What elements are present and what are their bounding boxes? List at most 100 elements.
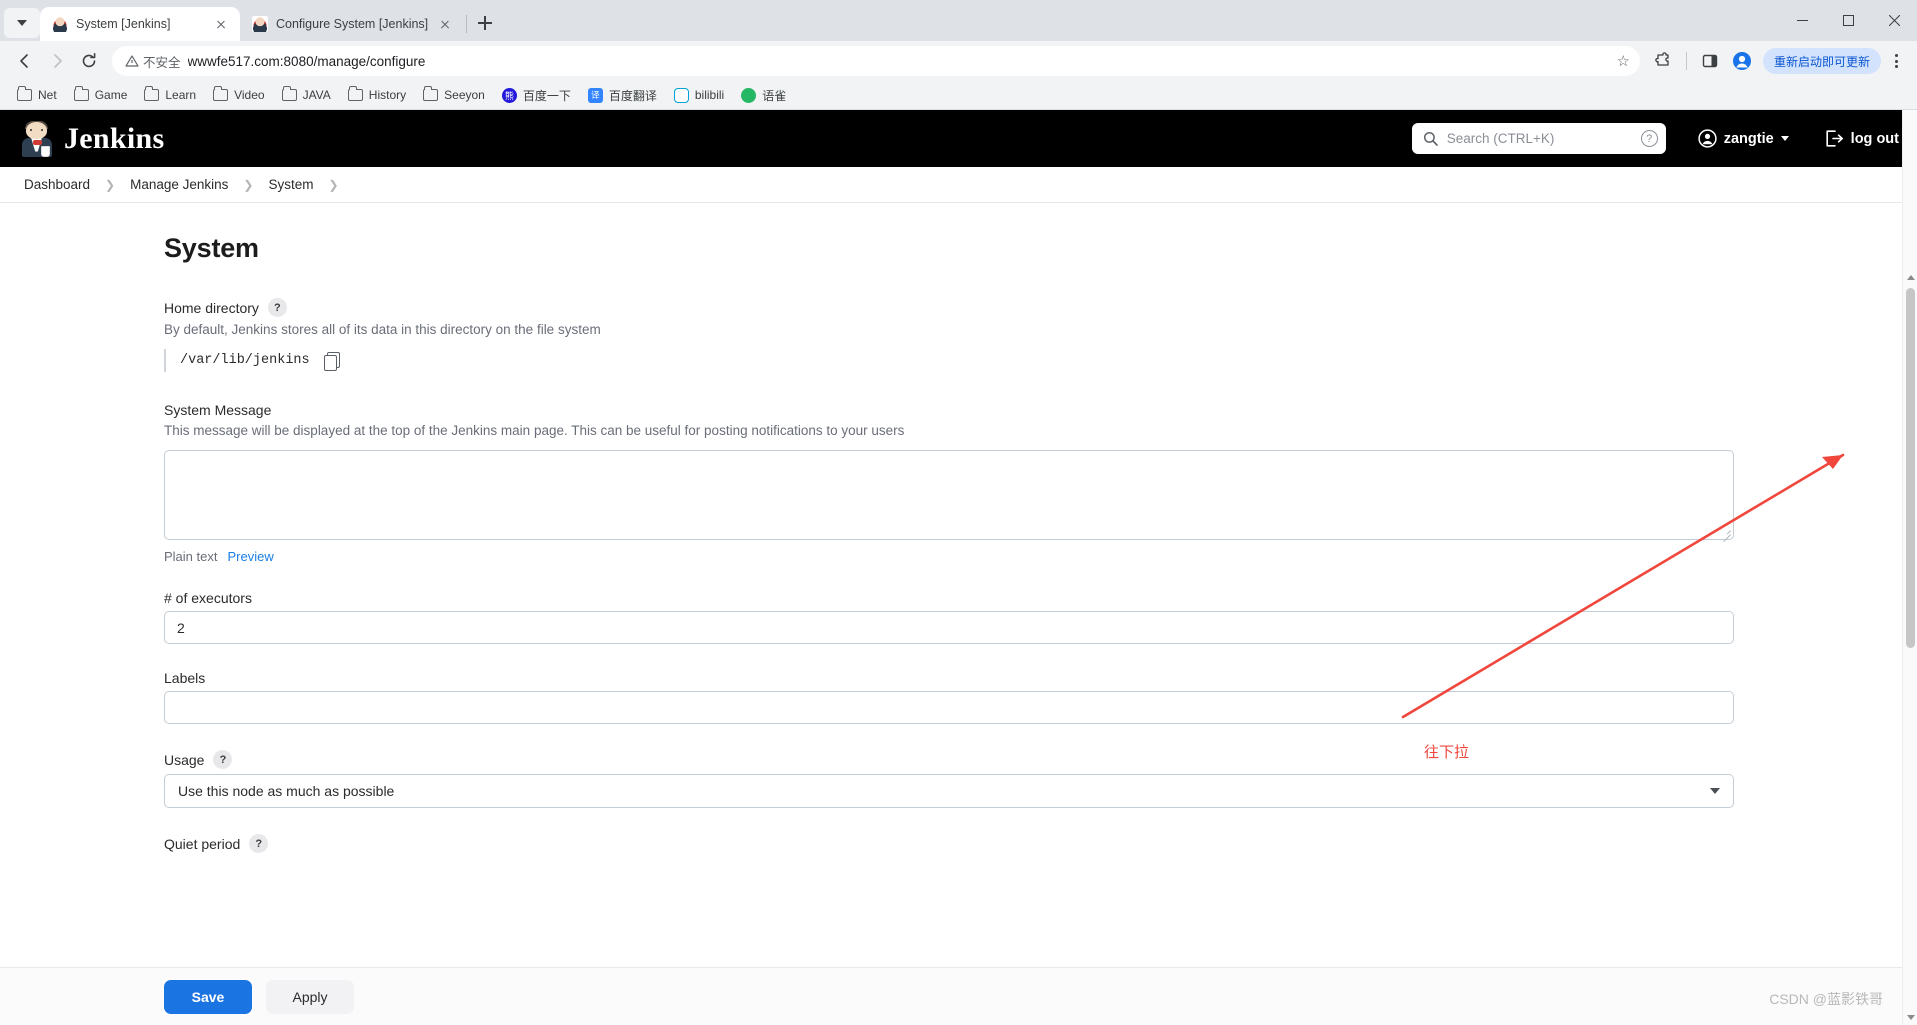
browser-tab-1[interactable]: Configure System [Jenkins] <box>240 7 464 41</box>
bookmark-java[interactable]: JAVA <box>275 85 338 105</box>
bookmarks-bar: Net Game Learn Video JAVA History Seeyon… <box>0 81 1917 110</box>
scroll-down-arrow[interactable] <box>1903 1010 1917 1025</box>
save-button[interactable]: Save <box>164 979 252 1014</box>
breadcrumb-dashboard[interactable]: Dashboard <box>20 177 94 192</box>
preview-link[interactable]: Preview <box>227 549 273 564</box>
field-label-text: Usage <box>164 751 205 768</box>
page-scrollbar[interactable] <box>1902 110 1917 1025</box>
relaunch-to-update-button[interactable]: 重新启动即可更新 <box>1762 48 1881 74</box>
jenkins-logo-link[interactable]: Jenkins <box>20 120 164 157</box>
tab-strip: System [Jenkins] Configure System [Jenki… <box>0 0 1917 41</box>
bookmark-label: 百度一下 <box>522 88 571 103</box>
minimize-button[interactable] <box>1779 0 1825 41</box>
system-message-textarea[interactable] <box>164 450 1734 540</box>
bookmark-bilibili[interactable]: bilibili <box>667 85 731 106</box>
usage-select[interactable]: Use this node as much as possible <box>164 774 1734 808</box>
toolbar-divider <box>1685 52 1687 70</box>
browser-window: System [Jenkins] Configure System [Jenki… <box>0 0 1917 1025</box>
bookmark-label: Seeyon <box>444 88 485 102</box>
quiet-period-label-row: Quiet period ? <box>164 834 1580 853</box>
logout-icon <box>1826 130 1843 147</box>
not-secure-indicator[interactable]: 不安全 <box>125 52 181 71</box>
breadcrumb-system[interactable]: System <box>264 177 317 192</box>
bookmark-label: 百度翻译 <box>608 88 657 103</box>
resize-handle[interactable] <box>1720 526 1731 537</box>
user-menu-button[interactable]: zangtie <box>1698 129 1789 148</box>
field-label-text: Quiet period <box>164 835 241 852</box>
baidu-icon: 熊 <box>501 87 517 103</box>
system-message-description: This message will be displayed at the to… <box>164 423 905 438</box>
bookmark-game[interactable]: Game <box>67 85 135 105</box>
scroll-up-arrow[interactable] <box>1903 270 1917 285</box>
close-window-button[interactable] <box>1871 0 1917 41</box>
close-icon[interactable] <box>436 15 454 33</box>
labels-input[interactable] <box>164 691 1734 724</box>
browser-tab-0[interactable]: System [Jenkins] <box>40 7 240 41</box>
help-icon[interactable]: ? <box>267 298 287 317</box>
usage-label-row: Usage ? <box>164 750 1580 769</box>
chevron-down-icon <box>1710 788 1720 794</box>
chrome-menu-button[interactable] <box>1885 46 1907 76</box>
form-container: System Home directory ? By default, Jenk… <box>0 233 1734 853</box>
folder-icon <box>17 86 32 101</box>
search-input[interactable]: Search (CTRL+K) ? <box>1411 123 1666 154</box>
jenkins-favicon <box>252 16 268 32</box>
bookmark-video[interactable]: Video <box>206 85 271 105</box>
bookmark-yuque[interactable]: 语雀 <box>734 84 793 107</box>
breadcrumb: Dashboard ❯ Manage Jenkins ❯ System ❯ <box>0 167 1917 203</box>
back-button[interactable] <box>10 46 40 76</box>
executors-value: 2 <box>177 619 185 636</box>
logout-label: log out <box>1850 130 1899 147</box>
bilibili-icon <box>673 87 689 103</box>
tab-divider <box>466 15 468 33</box>
maximize-button[interactable] <box>1825 0 1871 41</box>
bookmark-label: Game <box>94 88 128 102</box>
address-bar[interactable]: 不安全 wwwfe517.com:8080/manage/configure ☆ <box>112 46 1640 76</box>
executors-input[interactable]: 2 <box>164 611 1734 644</box>
tab-search-button[interactable] <box>4 8 40 38</box>
usage-selected-value: Use this node as much as possible <box>178 783 395 799</box>
bookmark-history[interactable]: History <box>341 85 413 105</box>
scrollbar-thumb[interactable] <box>1906 288 1915 648</box>
search-help-icon[interactable]: ? <box>1640 130 1658 147</box>
browser-toolbar: 不安全 wwwfe517.com:8080/manage/configure ☆… <box>0 41 1917 81</box>
markup-format-label: Plain text <box>164 549 218 564</box>
system-message-label-row: System Message <box>164 402 1580 418</box>
help-icon[interactable]: ? <box>249 834 269 853</box>
bookmark-star-icon[interactable]: ☆ <box>1617 52 1630 70</box>
chevron-right-icon: ❯ <box>243 177 254 192</box>
bookmark-label: 语雀 <box>762 88 787 103</box>
watermark: CSDN @蓝影铁哥 <box>1769 991 1883 1007</box>
folder-icon <box>73 86 89 101</box>
extensions-button[interactable] <box>1648 46 1678 76</box>
profile-avatar-button[interactable] <box>1727 46 1757 76</box>
bookmark-seeyon[interactable]: Seeyon <box>416 85 492 105</box>
help-icon[interactable]: ? <box>213 750 233 769</box>
bookmark-label: JAVA <box>302 88 331 102</box>
annotation-text: 往下拉 <box>1424 744 1470 761</box>
bookmark-learn[interactable]: Learn <box>137 85 203 105</box>
bookmark-baidu-fanyi[interactable]: 译百度翻译 <box>581 84 664 107</box>
bookmark-baidu[interactable]: 熊百度一下 <box>495 84 578 107</box>
forward-button[interactable] <box>42 46 72 76</box>
close-icon[interactable] <box>212 15 230 33</box>
side-panel-button[interactable] <box>1695 46 1725 76</box>
field-label-text: System Message <box>164 402 272 418</box>
field-system-message: System Message This message will be disp… <box>164 402 1734 564</box>
reload-button[interactable] <box>74 46 104 76</box>
form-action-bar: Save Apply <box>0 967 1917 1025</box>
window-controls <box>1779 0 1917 41</box>
home-directory-description: By default, Jenkins stores all of its da… <box>164 322 601 337</box>
copy-icon[interactable] <box>323 352 340 371</box>
jenkins-mascot-icon <box>20 120 54 157</box>
field-quiet-period: Quiet period ? <box>164 834 1580 853</box>
new-tab-button[interactable] <box>471 9 499 37</box>
bookmark-label: History <box>368 88 407 102</box>
breadcrumb-manage-jenkins[interactable]: Manage Jenkins <box>126 177 232 192</box>
bookmark-net[interactable]: Net <box>10 85 64 105</box>
field-label-text: Labels <box>164 670 206 686</box>
chevron-right-icon[interactable]: ❯ <box>329 178 339 192</box>
field-label-text: Home directory <box>164 299 259 316</box>
logout-button[interactable]: log out <box>1825 130 1899 147</box>
apply-button[interactable]: Apply <box>266 979 354 1014</box>
